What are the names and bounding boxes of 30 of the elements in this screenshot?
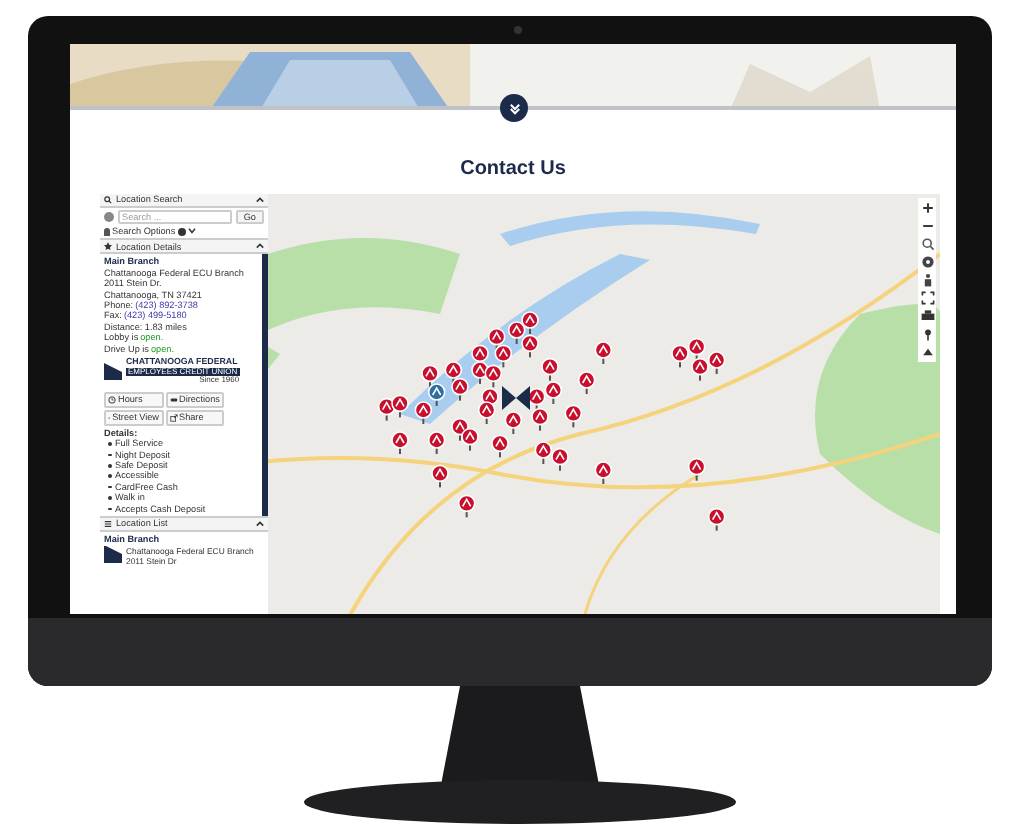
caret-icon[interactable] [256,242,264,251]
scroll-down-button[interactable] [500,94,528,122]
gear-icon [104,212,114,222]
print-icon[interactable] [919,308,935,324]
compass-icon[interactable] [919,254,935,270]
clock-icon [108,395,116,404]
share-icon [169,413,177,422]
camera-icon [514,26,522,34]
map-pin-icon[interactable] [531,407,549,431]
map-pin-icon[interactable] [391,431,409,454]
map-pin-icon[interactable] [691,357,709,381]
list-icon [104,520,112,529]
expand-icon[interactable] [919,290,935,306]
search-icon[interactable] [919,236,935,252]
logo-icon [104,362,122,381]
chevron-down-icon [507,101,521,115]
map-pin-icon[interactable] [427,383,446,406]
zoom-in-icon[interactable] [919,200,935,216]
info-icon [177,227,186,236]
map-pin-icon[interactable] [451,377,469,401]
selected-location-marker[interactable] [502,386,530,410]
caret-icon[interactable] [256,520,264,529]
search-icon [104,196,112,204]
caret-up-icon[interactable] [919,344,935,360]
star-icon [104,242,112,251]
page-heading: Contact Us [460,158,566,180]
caret-icon[interactable] [187,228,196,235]
scrollbar[interactable] [262,254,268,517]
logo-icon [104,545,122,563]
caret-icon[interactable] [256,196,264,204]
